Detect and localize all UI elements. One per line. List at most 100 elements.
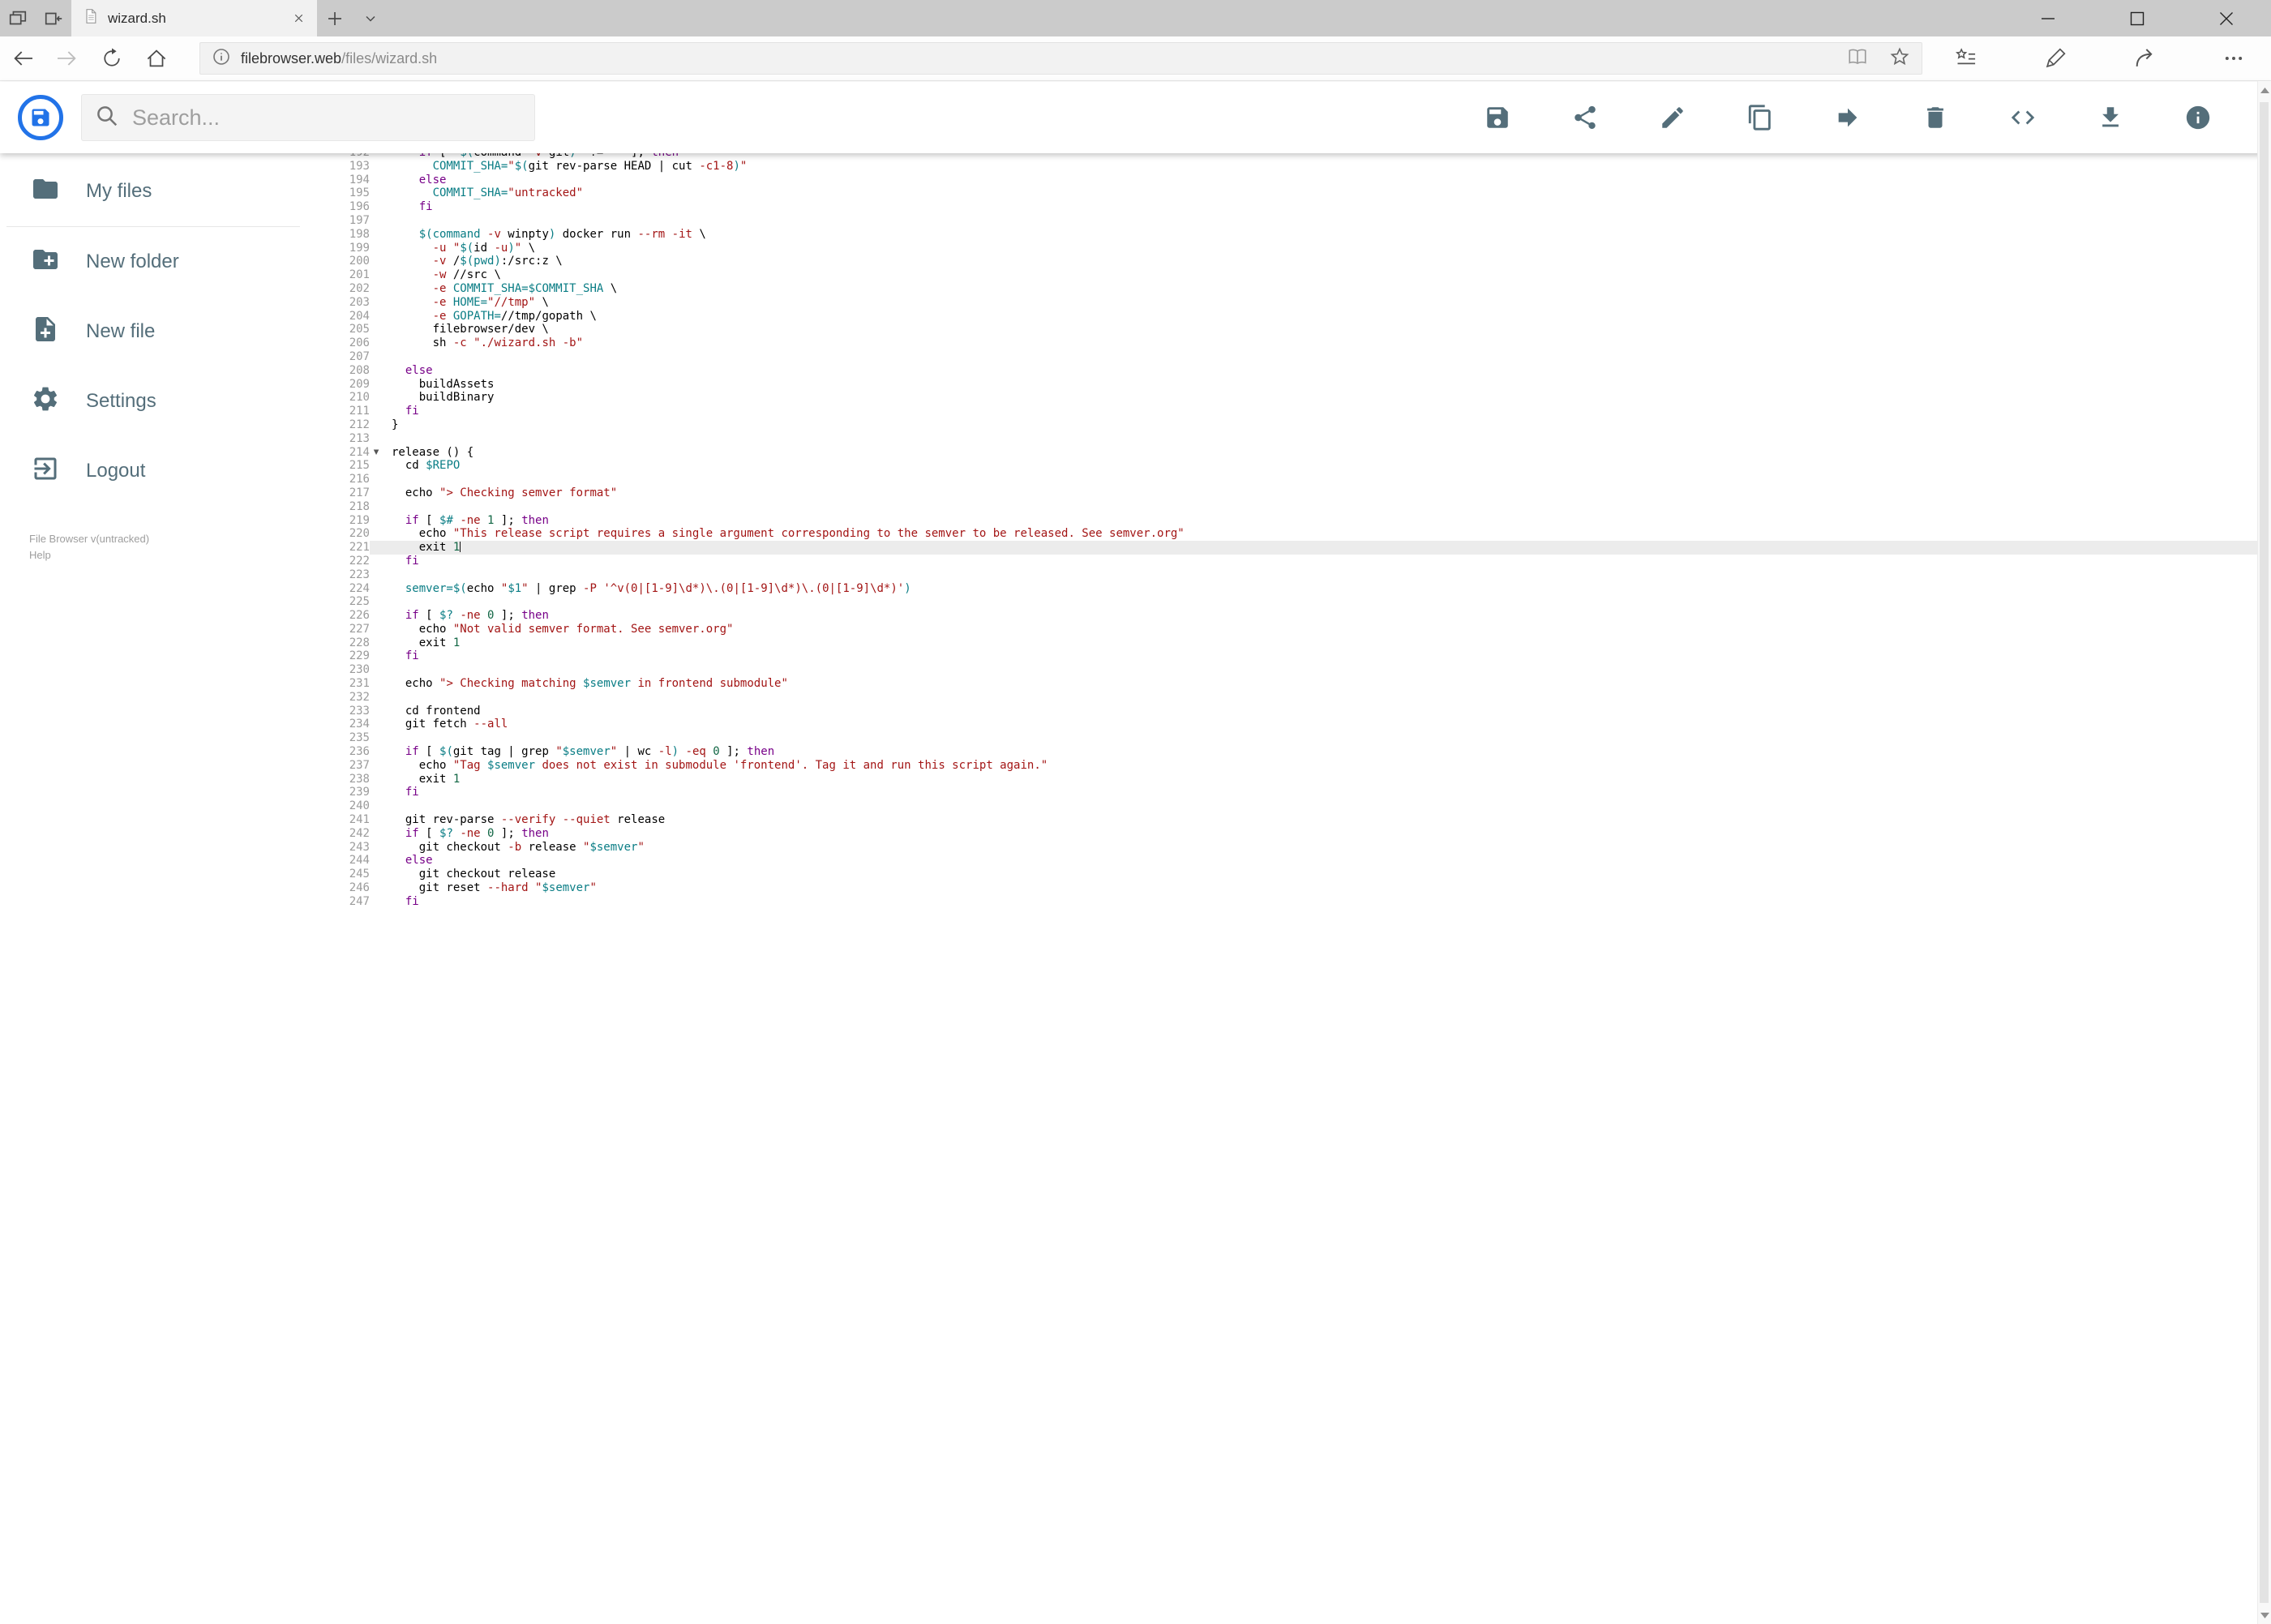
- code-text[interactable]: }: [383, 418, 398, 432]
- code-line-207[interactable]: 207: [324, 350, 2257, 364]
- home-icon[interactable]: [134, 36, 178, 80]
- code-line-231[interactable]: 231 echo "> Checking matching $semver in…: [324, 677, 2257, 691]
- code-text[interactable]: [383, 595, 392, 609]
- code-text[interactable]: release () {: [383, 446, 473, 460]
- code-text[interactable]: -e HOME="//tmp" \: [383, 296, 549, 310]
- code-text[interactable]: git checkout -b release "$semver": [383, 841, 645, 855]
- maximize-button[interactable]: [2093, 0, 2182, 36]
- code-line-217[interactable]: 217 echo "> Checking semver format": [324, 486, 2257, 500]
- share-icon[interactable]: [1571, 104, 1599, 131]
- code-line-214[interactable]: 214 ▼ release () {: [324, 446, 2257, 460]
- code-editor[interactable]: 192 if [ "$(command -v git)" != "" ]; th…: [324, 153, 2257, 1624]
- code-line-220[interactable]: 220 echo "This release script requires a…: [324, 527, 2257, 541]
- copy-icon[interactable]: [1746, 104, 1774, 131]
- code-text[interactable]: fi: [383, 405, 419, 418]
- code-text[interactable]: sh -c "./wizard.sh -b": [383, 336, 583, 350]
- scrollbar-up-icon[interactable]: [2258, 83, 2271, 97]
- site-info-icon[interactable]: [212, 47, 231, 71]
- code-line-192[interactable]: 192 if [ "$(command -v git)" != "" ]; th…: [324, 153, 2257, 160]
- code-line-234[interactable]: 234 git fetch --all: [324, 718, 2257, 731]
- help-link[interactable]: Help: [29, 547, 149, 563]
- code-line-195[interactable]: 195 COMMIT_SHA="untracked": [324, 186, 2257, 200]
- code-text[interactable]: else: [383, 854, 433, 868]
- code-line-205[interactable]: 205 filebrowser/dev \: [324, 323, 2257, 336]
- code-line-199[interactable]: 199 -u "$(id -u)" \: [324, 242, 2257, 255]
- favorite-star-icon[interactable]: [1889, 46, 1910, 71]
- code-line-242[interactable]: 242 if [ $? -ne 0 ]; then: [324, 827, 2257, 841]
- code-text[interactable]: -v /$(pwd):/src:z \: [383, 255, 563, 268]
- code-text[interactable]: [383, 799, 392, 813]
- code-line-196[interactable]: 196 fi: [324, 200, 2257, 214]
- code-text[interactable]: [383, 214, 392, 228]
- code-text[interactable]: if [ $# -ne 1 ]; then: [383, 514, 549, 528]
- code-line-229[interactable]: 229 fi: [324, 649, 2257, 663]
- tab-preview-chevron-icon[interactable]: [353, 0, 388, 36]
- code-line-219[interactable]: 219 if [ $# -ne 1 ]; then: [324, 514, 2257, 528]
- delete-icon[interactable]: [1922, 104, 1949, 131]
- code-line-212[interactable]: 212}: [324, 418, 2257, 432]
- code-line-239[interactable]: 239 fi: [324, 786, 2257, 799]
- code-text[interactable]: exit 1: [383, 636, 461, 650]
- code-text[interactable]: fi: [383, 786, 419, 799]
- new-tab-button[interactable]: [317, 0, 353, 36]
- code-text[interactable]: -e GOPATH=//tmp/gopath \: [383, 310, 597, 324]
- code-line-208[interactable]: 208 else: [324, 364, 2257, 378]
- code-text[interactable]: if [ $(git tag | grep "$semver" | wc -l)…: [383, 745, 774, 759]
- tab-close-icon[interactable]: [286, 6, 311, 31]
- code-text[interactable]: fi: [383, 895, 419, 909]
- code-text[interactable]: fi: [383, 649, 419, 663]
- search-input[interactable]: Search...: [81, 94, 535, 141]
- code-text[interactable]: [383, 432, 392, 446]
- code-text[interactable]: echo "> Checking semver format": [383, 486, 617, 500]
- code-text[interactable]: git fetch --all: [383, 718, 508, 731]
- code-text[interactable]: [383, 500, 392, 514]
- code-text[interactable]: exit 1: [383, 541, 461, 555]
- code-line-193[interactable]: 193 COMMIT_SHA="$(git rev-parse HEAD | c…: [324, 160, 2257, 174]
- address-bar[interactable]: filebrowser.web/files/wizard.sh: [199, 42, 1922, 75]
- back-icon[interactable]: [0, 36, 45, 80]
- code-line-209[interactable]: 209 buildAssets: [324, 378, 2257, 392]
- code-text[interactable]: -e COMMIT_SHA=$COMMIT_SHA \: [383, 282, 618, 296]
- reading-view-icon[interactable]: [1847, 46, 1868, 71]
- code-line-245[interactable]: 245 git checkout release: [324, 868, 2257, 881]
- refresh-icon[interactable]: [89, 36, 134, 80]
- fold-marker-icon[interactable]: ▼: [370, 446, 383, 460]
- code-line-218[interactable]: 218: [324, 500, 2257, 514]
- code-line-230[interactable]: 230: [324, 663, 2257, 677]
- code-line-224[interactable]: 224 semver=$(echo "$1" | grep -P '^v(0|[…: [324, 582, 2257, 596]
- sidebar-item-my-files[interactable]: My files: [0, 156, 324, 226]
- sidebar-item-settings[interactable]: Settings: [0, 366, 324, 436]
- code-line-226[interactable]: 226 if [ $? -ne 0 ]; then: [324, 609, 2257, 623]
- download-icon[interactable]: [2097, 104, 2124, 131]
- code-text[interactable]: echo "> Checking matching $semver in fro…: [383, 677, 788, 691]
- code-text[interactable]: exit 1: [383, 773, 461, 786]
- code-line-201[interactable]: 201 -w //src \: [324, 268, 2257, 282]
- share-browser-icon[interactable]: [2128, 36, 2161, 80]
- code-text[interactable]: -u "$(id -u)" \: [383, 242, 535, 255]
- sidebar-item-new-file[interactable]: New file: [0, 297, 324, 366]
- code-text[interactable]: cd frontend: [383, 705, 481, 718]
- code-line-204[interactable]: 204 -e GOPATH=//tmp/gopath \: [324, 310, 2257, 324]
- code-line-197[interactable]: 197: [324, 214, 2257, 228]
- code-text[interactable]: echo "Tag $semver does not exist in subm…: [383, 759, 1048, 773]
- code-line-227[interactable]: 227 echo "Not valid semver format. See s…: [324, 623, 2257, 636]
- code-text[interactable]: [383, 731, 392, 745]
- page-scrollbar[interactable]: [2257, 81, 2271, 1624]
- code-text[interactable]: COMMIT_SHA="$(git rev-parse HEAD | cut -…: [383, 160, 748, 174]
- code-line-198[interactable]: 198 $(command -v winpty) docker run --rm…: [324, 228, 2257, 242]
- code-line-232[interactable]: 232: [324, 691, 2257, 705]
- forward-icon[interactable]: [45, 36, 89, 80]
- code-line-200[interactable]: 200 -v /$(pwd):/src:z \: [324, 255, 2257, 268]
- code-line-213[interactable]: 213: [324, 432, 2257, 446]
- code-line-240[interactable]: 240: [324, 799, 2257, 813]
- code-line-237[interactable]: 237 echo "Tag $semver does not exist in …: [324, 759, 2257, 773]
- code-line-206[interactable]: 206 sh -c "./wizard.sh -b": [324, 336, 2257, 350]
- code-text[interactable]: $(command -v winpty) docker run --rm -it…: [383, 228, 706, 242]
- code-text[interactable]: semver=$(echo "$1" | grep -P '^v(0|[1-9]…: [383, 582, 911, 596]
- hub-favorites-icon[interactable]: [1950, 36, 1982, 80]
- code-line-223[interactable]: 223: [324, 568, 2257, 582]
- sidebar-item-new-folder[interactable]: New folder: [0, 227, 324, 297]
- code-text[interactable]: git rev-parse --verify --quiet release: [383, 813, 665, 827]
- code-text[interactable]: fi: [383, 200, 433, 214]
- info-icon[interactable]: [2184, 104, 2212, 131]
